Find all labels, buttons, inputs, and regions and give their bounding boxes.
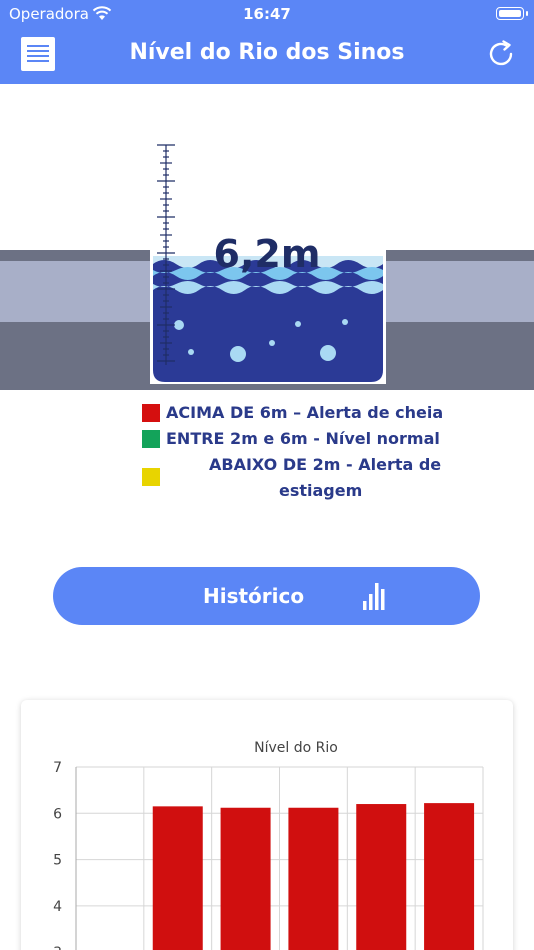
legend-item-estiagem-line1: ABAIXO DE 2m - Alerta de	[209, 455, 442, 474]
legend-item-cheia: ACIMA DE 6m – Alerta de cheia	[166, 403, 444, 422]
history-button[interactable]: Histórico	[53, 567, 480, 625]
bar-chart-icon	[363, 583, 385, 610]
y-tick-label: 5	[53, 853, 62, 869]
page-title: Nível do Rio dos Sinos	[129, 40, 405, 65]
chart-bar	[288, 807, 339, 950]
chart-bar	[356, 804, 407, 950]
y-tick-label: 3	[53, 945, 62, 950]
clock: 16:47	[243, 5, 291, 23]
battery-icon	[496, 7, 528, 20]
chart-bar	[152, 806, 203, 950]
river-level-chart: Nível do Rio 3 4 5 6 7	[53, 740, 484, 950]
legend-item-normal: ENTRE 2m e 6m - Nível normal	[166, 429, 440, 448]
refresh-icon[interactable]	[484, 37, 518, 71]
y-tick-label: 7	[53, 760, 62, 776]
legend-swatch-yellow	[142, 468, 160, 486]
legend-swatch-red	[142, 404, 160, 422]
nav-bar: Nível do Rio dos Sinos	[0, 28, 534, 84]
legend-swatch-green	[142, 430, 160, 448]
chart-card: Nível do Rio 3 4 5 6 7	[21, 700, 513, 950]
chart-bar	[424, 803, 475, 950]
status-bar: Operadora 16:47	[0, 0, 534, 28]
chart-title: Nível do Rio	[254, 740, 338, 756]
chart-bar	[220, 807, 271, 950]
y-tick-label: 6	[53, 806, 62, 822]
river-level-value: 6,2m	[213, 232, 321, 276]
y-tick-label: 4	[53, 899, 62, 915]
legend-item-estiagem-line2: estiagem	[279, 481, 363, 500]
history-button-label: Histórico	[203, 584, 305, 608]
